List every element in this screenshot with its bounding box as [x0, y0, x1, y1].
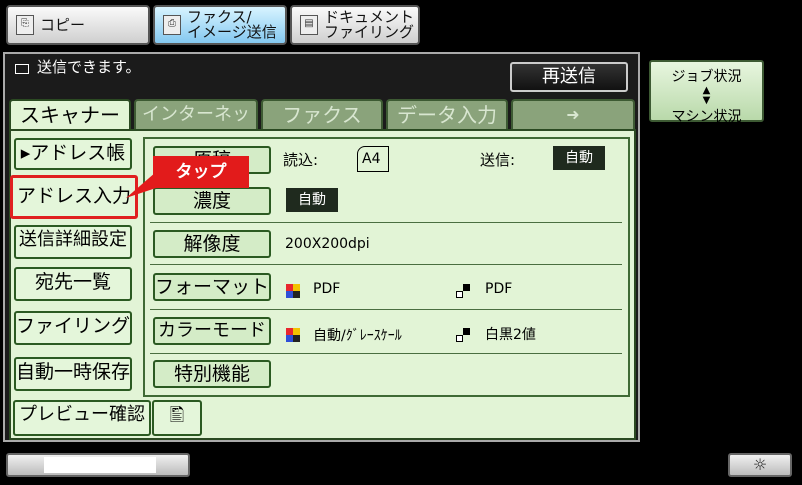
- copy-icon: ⎘: [16, 15, 34, 35]
- row-divider: [150, 264, 622, 265]
- tap-callout: タップ: [153, 156, 249, 188]
- special-modes-button[interactable]: 特別機能: [153, 360, 271, 388]
- address-book-button[interactable]: ▸アドレス帳: [14, 138, 132, 170]
- format-bw-value: PDF: [485, 281, 513, 297]
- doc-mode-label-line2: ファイリング: [324, 23, 415, 41]
- copy-mode-button[interactable]: ⎘ コピー: [6, 5, 150, 45]
- format-button[interactable]: フォーマット: [153, 273, 271, 301]
- density-value: 自動: [286, 188, 338, 212]
- document-icon: ▤: [300, 15, 318, 35]
- tab-fax[interactable]: ファクス: [261, 99, 383, 129]
- callout-pointer: [126, 172, 156, 198]
- fax-mode-label-line2: イメージ送信: [187, 23, 277, 41]
- progress-field: [44, 457, 156, 473]
- job-status-label: ジョブ状況: [671, 69, 742, 85]
- send-size-label: 送信:: [480, 151, 516, 169]
- brightness-button[interactable]: ☼: [728, 453, 792, 477]
- filing-button[interactable]: ファイリング: [14, 311, 132, 345]
- color-mode-color-value: 自動/ｸﾞﾚｰｽｹｰﾙ: [313, 328, 402, 344]
- job-status-button[interactable]: ジョブ状況 ▲ ▼ マシン状況: [649, 60, 764, 125]
- tab-next[interactable]: ➜: [511, 99, 635, 129]
- fax-icon: ⎙: [163, 15, 181, 35]
- resolution-button[interactable]: 解像度: [153, 230, 271, 258]
- send-settings-button[interactable]: 送信詳細設定: [14, 225, 132, 259]
- preview-icon-button[interactable]: 🖺: [152, 400, 202, 436]
- read-size-label: 読込:: [283, 151, 319, 169]
- quick-file-save-button[interactable]: 自動一時保存: [14, 357, 132, 391]
- tab-data-entry[interactable]: データ入力: [386, 99, 508, 129]
- bw-icon: [456, 280, 470, 299]
- color-icon: [286, 324, 300, 343]
- fax-image-send-mode-button[interactable]: ⎙ ファクス/ イメージ送信: [153, 5, 287, 45]
- scan-preview-icon: 🖺: [169, 405, 185, 426]
- machine-status-label: マシン状況: [671, 109, 742, 125]
- address-entry-button[interactable]: アドレス入力: [10, 175, 138, 219]
- send-size-value: 自動: [553, 146, 605, 170]
- format-color-value: PDF: [313, 281, 341, 297]
- status-message: 送信できます。: [37, 58, 141, 76]
- envelope-icon: [15, 64, 29, 74]
- preview-check-button[interactable]: プレビュー確認: [13, 400, 151, 436]
- color-icon: [286, 280, 300, 299]
- up-down-icon: ▲ ▼: [702, 85, 711, 106]
- row-divider: [150, 353, 622, 354]
- density-button[interactable]: 濃度: [153, 187, 271, 215]
- tab-scanner[interactable]: スキャナー: [9, 99, 131, 131]
- bottom-left-bar[interactable]: [6, 453, 190, 477]
- resolution-value: 200X200dpi: [285, 236, 370, 252]
- color-mode-button[interactable]: カラーモード: [153, 317, 271, 345]
- destination-list-button[interactable]: 宛先一覧: [14, 267, 132, 301]
- copy-mode-label: コピー: [40, 15, 86, 34]
- read-size-value: A4: [362, 151, 381, 167]
- tab-internet-fax[interactable]: インターネットFax: [134, 99, 258, 153]
- row-divider: [150, 309, 622, 310]
- color-mode-bw-value: 白黒2値: [485, 327, 536, 343]
- document-filing-mode-button[interactable]: ▤ ドキュメント ファイリング: [290, 5, 420, 45]
- original-size-icon: A4: [357, 146, 389, 172]
- resend-button[interactable]: 再送信: [510, 62, 628, 92]
- brightness-icon: ☼: [752, 455, 768, 474]
- bw-icon: [456, 324, 470, 343]
- row-divider: [150, 222, 622, 223]
